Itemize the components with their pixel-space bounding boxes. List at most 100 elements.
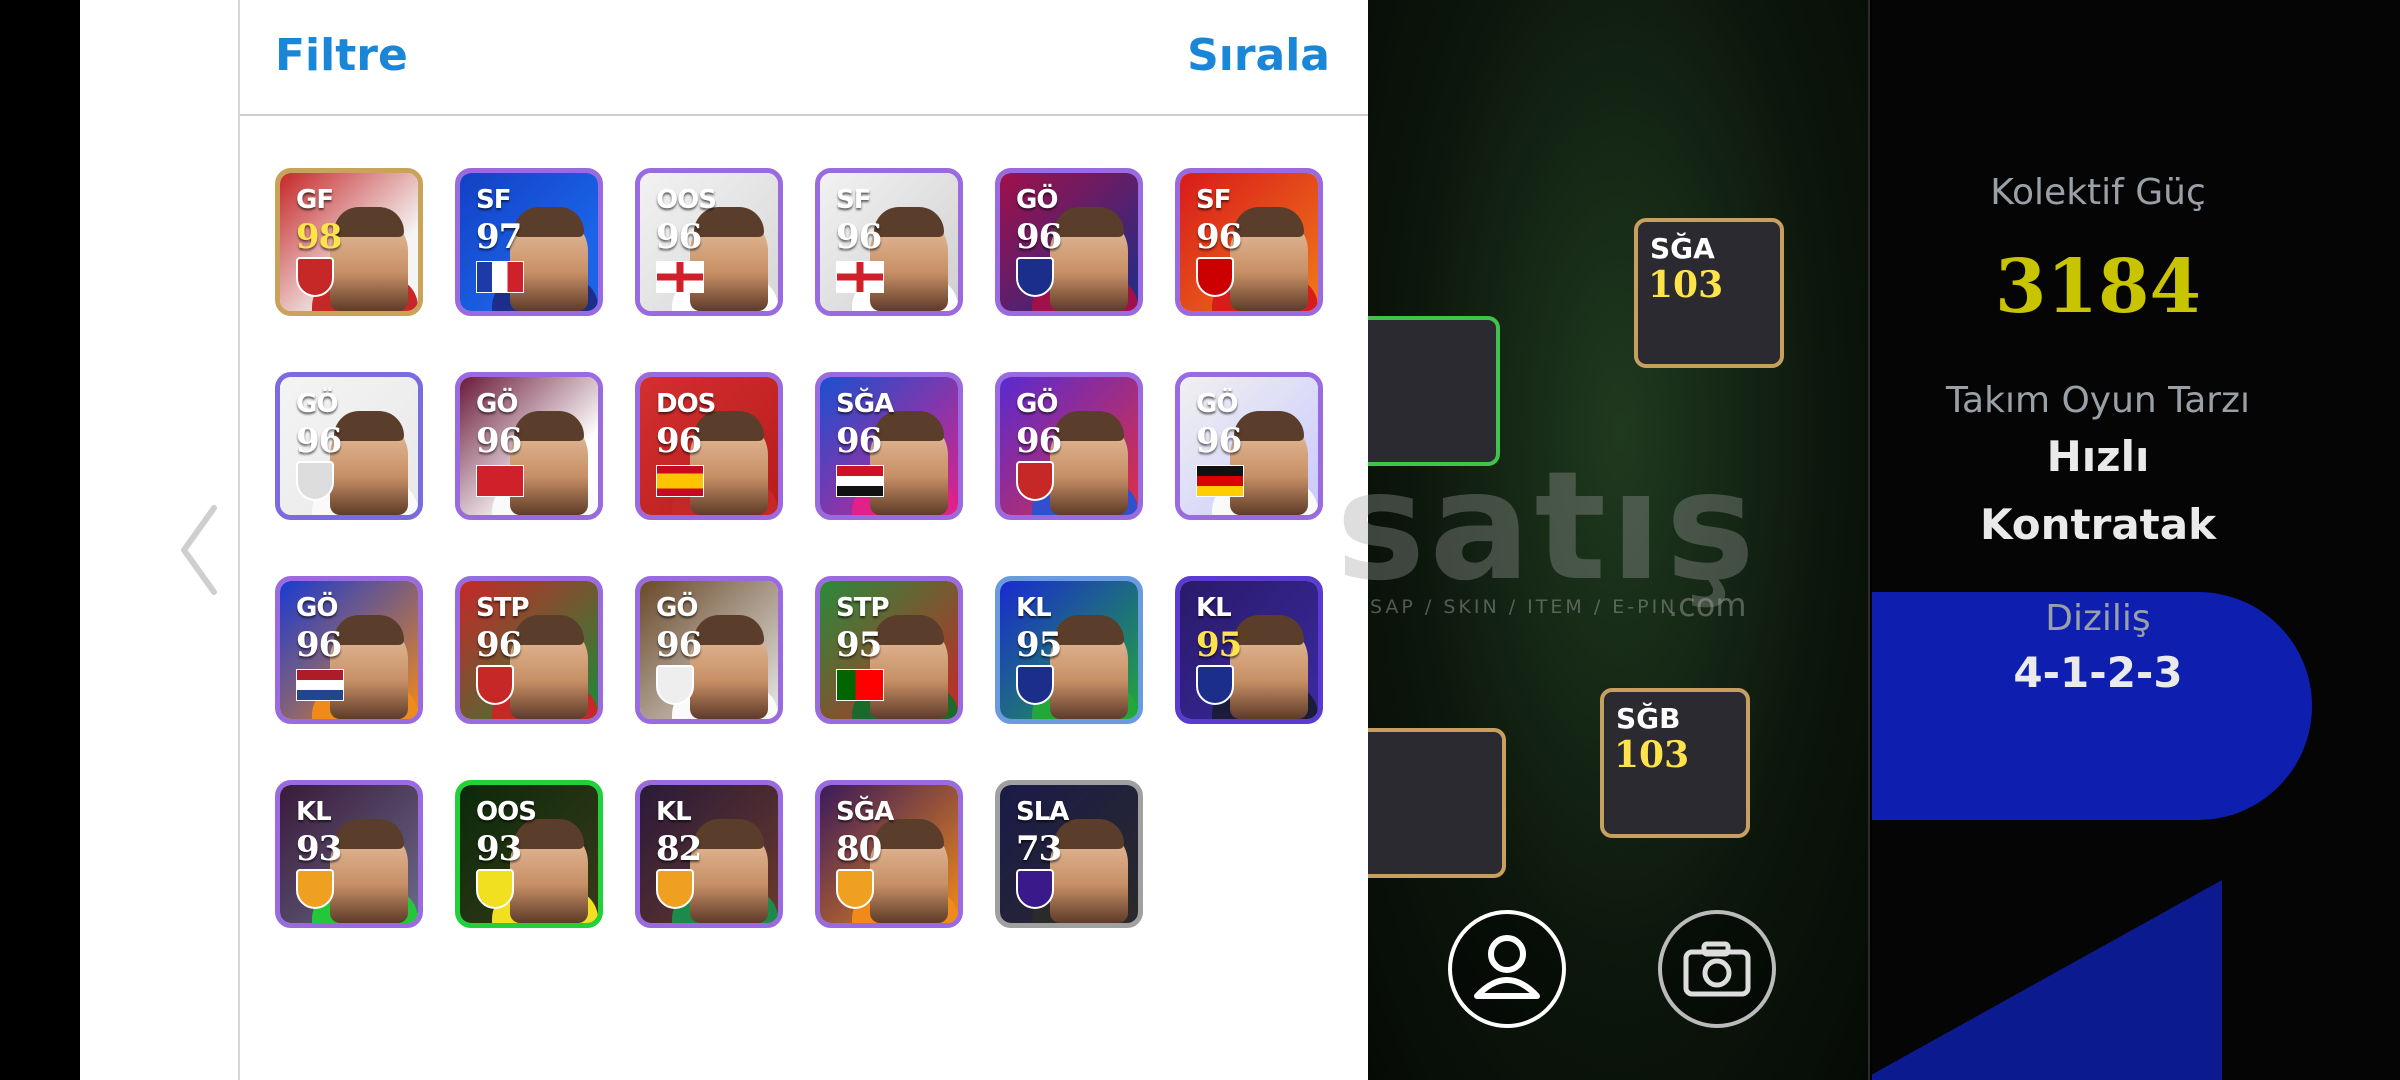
player-card[interactable]: GÖ 96 bbox=[995, 372, 1143, 520]
player-hair bbox=[514, 411, 584, 441]
sort-button[interactable]: Sırala bbox=[1187, 30, 1330, 81]
card-position: KL bbox=[1196, 593, 1232, 623]
formation-value[interactable]: 4-1-2-3 bbox=[1898, 648, 2298, 697]
card-rating: 96 bbox=[656, 625, 702, 665]
player-card[interactable]: OOS 93 bbox=[455, 780, 603, 928]
card-rating: 93 bbox=[476, 829, 522, 869]
card-rating: 73 bbox=[1016, 829, 1062, 869]
player-hair bbox=[334, 819, 404, 849]
power-value: 3184 bbox=[1995, 244, 2201, 330]
card-position: GÖ bbox=[1016, 389, 1058, 419]
club-badge-icon bbox=[1016, 869, 1054, 909]
nation-flag-icon bbox=[476, 261, 524, 293]
profile-button[interactable] bbox=[1448, 910, 1566, 1028]
player-hair bbox=[1234, 615, 1304, 645]
card-position: GF bbox=[296, 185, 334, 215]
club-badge-icon bbox=[476, 869, 514, 909]
card-position: SF bbox=[836, 185, 871, 215]
player-hair bbox=[1234, 411, 1304, 441]
player-card[interactable]: GÖ 96 bbox=[455, 372, 603, 520]
club-badge-icon bbox=[296, 257, 334, 297]
camera-button[interactable] bbox=[1658, 910, 1776, 1028]
card-rating: 96 bbox=[656, 421, 702, 461]
player-card[interactable]: GÖ 96 bbox=[635, 576, 783, 724]
style-label: Takım Oyun Tarzı bbox=[1946, 380, 2250, 421]
card-rating: 95 bbox=[1196, 625, 1242, 665]
style-value-1: Hızlı bbox=[2046, 432, 2150, 481]
player-card[interactable]: SF 96 bbox=[815, 168, 963, 316]
player-card[interactable]: OOS 96 bbox=[635, 168, 783, 316]
card-rating: 96 bbox=[1196, 421, 1242, 461]
player-card[interactable]: STP 96 bbox=[455, 576, 603, 724]
nation-flag-icon bbox=[656, 261, 704, 293]
pitch-player-card[interactable]: SĞA 103 bbox=[1634, 218, 1784, 368]
player-hair bbox=[874, 207, 944, 237]
player-hair bbox=[334, 207, 404, 237]
card-position: KL bbox=[296, 797, 332, 827]
club-badge-icon bbox=[296, 461, 334, 501]
player-rating: 103 bbox=[1614, 734, 1690, 776]
pitch-player-card[interactable]: SĞB 103 bbox=[1600, 688, 1750, 838]
watermark-subtitle: SAP / SKIN / ITEM / E-PIN bbox=[1370, 596, 1678, 618]
card-position: OOS bbox=[476, 797, 537, 827]
nation-flag-icon bbox=[836, 261, 884, 293]
player-position: SĞA bbox=[1650, 232, 1715, 265]
card-position: DOS bbox=[656, 389, 716, 419]
player-card[interactable]: GÖ 96 bbox=[275, 576, 423, 724]
nation-flag-icon bbox=[836, 465, 884, 497]
card-rating: 96 bbox=[296, 421, 342, 461]
card-position: GÖ bbox=[296, 389, 338, 419]
club-badge-icon bbox=[656, 665, 694, 705]
player-card[interactable]: KL 95 bbox=[1175, 576, 1323, 724]
card-rating: 95 bbox=[1016, 625, 1062, 665]
card-position: SLA bbox=[1016, 797, 1069, 827]
player-hair bbox=[1054, 411, 1124, 441]
club-badge-icon bbox=[1196, 257, 1234, 297]
player-card[interactable]: SĞA 80 bbox=[815, 780, 963, 928]
card-rating: 82 bbox=[656, 829, 702, 869]
player-card[interactable]: SĞA 96 bbox=[815, 372, 963, 520]
card-position: GÖ bbox=[656, 593, 698, 623]
player-card[interactable]: GÖ 96 bbox=[1175, 372, 1323, 520]
card-rating: 96 bbox=[1016, 421, 1062, 461]
player-card[interactable]: KL 95 bbox=[995, 576, 1143, 724]
card-rating: 96 bbox=[476, 625, 522, 665]
player-card[interactable]: KL 82 bbox=[635, 780, 783, 928]
player-card[interactable]: GÖ 96 bbox=[995, 168, 1143, 316]
card-position: GÖ bbox=[296, 593, 338, 623]
filter-button[interactable]: Filtre bbox=[275, 30, 408, 81]
card-rating: 96 bbox=[836, 421, 882, 461]
player-hair bbox=[334, 411, 404, 441]
card-rating: 96 bbox=[1016, 217, 1062, 257]
player-card[interactable]: DOS 96 bbox=[635, 372, 783, 520]
player-card[interactable]: GF 98 bbox=[275, 168, 423, 316]
player-hair bbox=[694, 819, 764, 849]
player-hair bbox=[514, 207, 584, 237]
player-card[interactable]: SLA 73 bbox=[995, 780, 1143, 928]
card-position: SĞA bbox=[836, 389, 894, 419]
player-card[interactable]: GÖ 96 bbox=[275, 372, 423, 520]
nation-flag-icon bbox=[656, 465, 704, 497]
player-card[interactable]: STP 95 bbox=[815, 576, 963, 724]
style-value-2: Kontratak bbox=[1979, 500, 2217, 549]
club-badge-icon bbox=[296, 869, 334, 909]
player-card[interactable]: SF 96 bbox=[1175, 168, 1323, 316]
player-card[interactable]: KL 93 bbox=[275, 780, 423, 928]
card-rating: 96 bbox=[1196, 217, 1242, 257]
card-position: GÖ bbox=[1196, 389, 1238, 419]
stats-panel: Kolektif Güç 3184 Takım Oyun Tarzı Hızlı… bbox=[1872, 0, 2400, 1080]
player-hair bbox=[1054, 615, 1124, 645]
player-hair bbox=[1054, 207, 1124, 237]
chevron-left-icon[interactable] bbox=[172, 500, 232, 600]
player-card[interactable]: SF 97 bbox=[455, 168, 603, 316]
card-rating: 95 bbox=[836, 625, 882, 665]
card-position: SF bbox=[1196, 185, 1231, 215]
player-rating: 103 bbox=[1648, 264, 1724, 306]
card-rating: 96 bbox=[476, 421, 522, 461]
list-header: Filtre Sırala bbox=[240, 0, 1368, 116]
player-hair bbox=[1234, 207, 1304, 237]
formation-label: Diziliş bbox=[2045, 598, 2151, 639]
left-gutter bbox=[0, 0, 80, 1080]
pitch-player-card[interactable] bbox=[1368, 728, 1506, 878]
card-rating: 80 bbox=[836, 829, 882, 869]
